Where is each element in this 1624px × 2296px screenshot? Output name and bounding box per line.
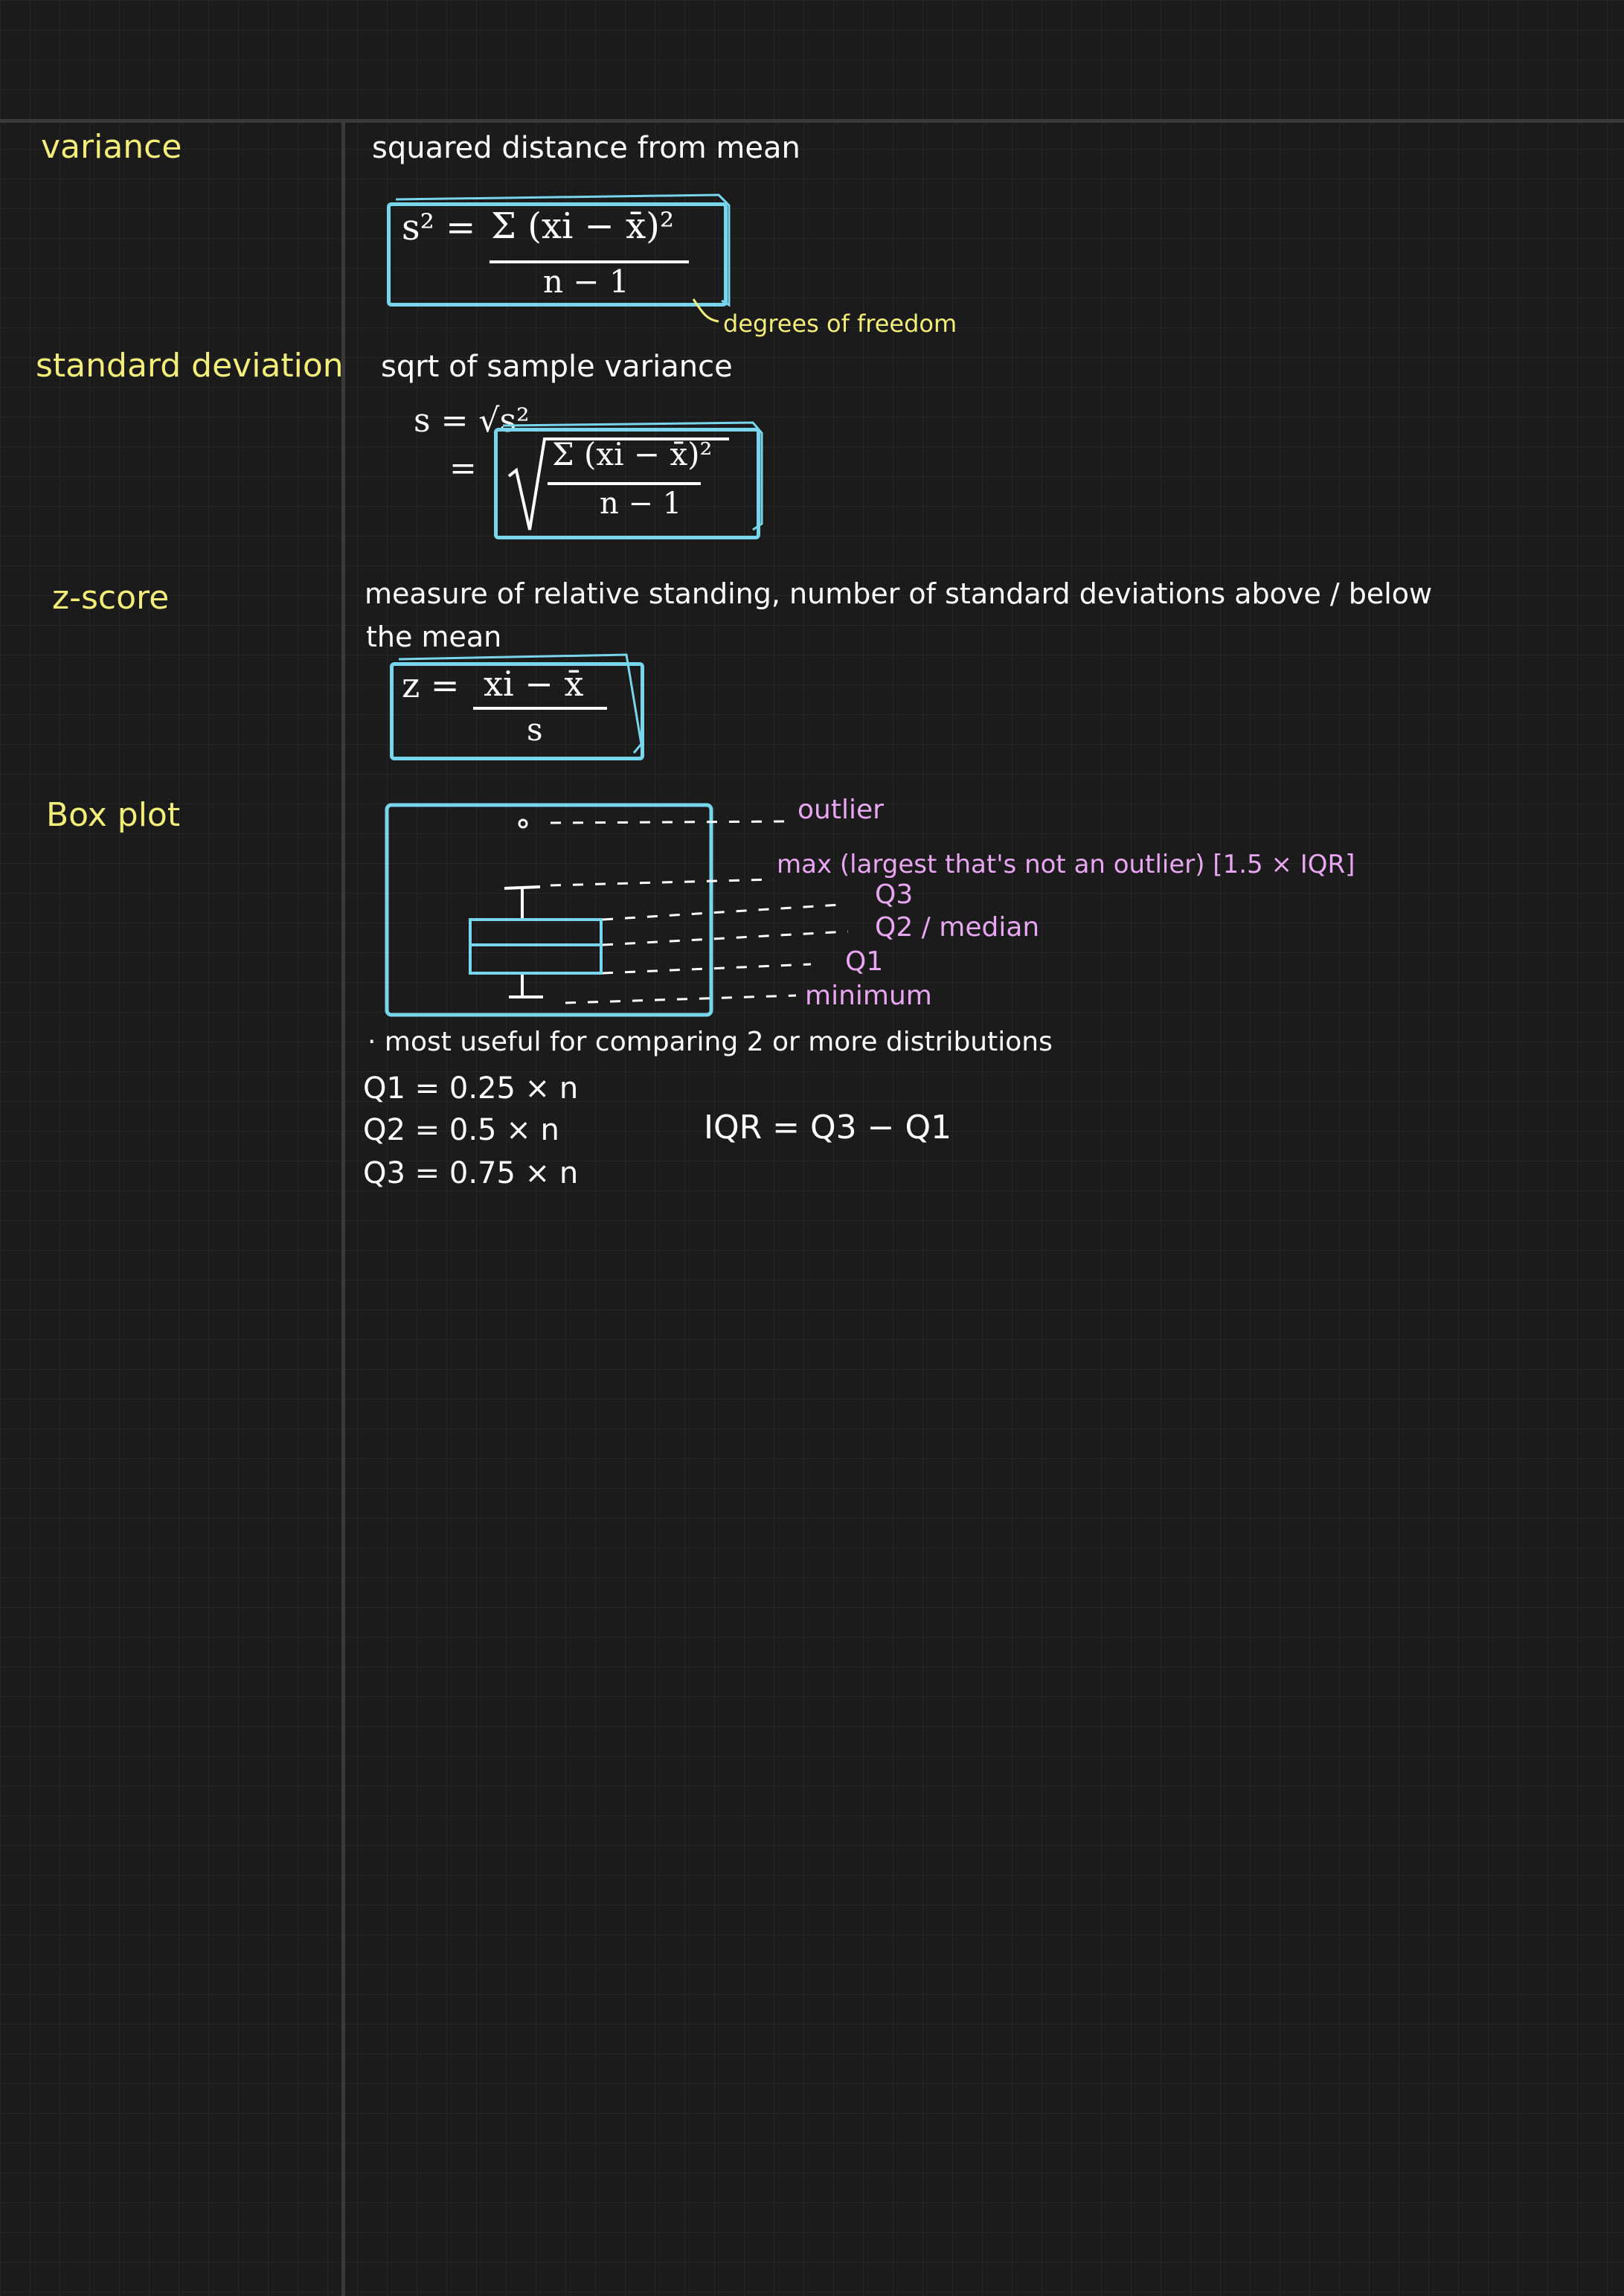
q2-formula: Q2 = 0.5 × n: [363, 1113, 559, 1147]
box-plot-whiskers: [504, 885, 543, 998]
box-plot-label-q2: Q2 / median: [875, 912, 1040, 943]
degrees-of-freedom-arrow: [692, 298, 719, 323]
box-plot-frame: [385, 803, 713, 1017]
q3-formula: Q3 = 0.75 × n: [363, 1156, 579, 1190]
notebook-page: variance standard deviation z-score Box …: [0, 0, 1624, 2296]
box-plot-label-q1: Q1: [845, 946, 884, 977]
box-plot-box: [469, 918, 603, 975]
iqr-formula: IQR = Q3 − Q1: [704, 1109, 952, 1147]
box-plot-outlier-point: [518, 818, 528, 829]
box-plot-label-q3: Q3: [875, 879, 914, 910]
ink-layer: [385, 193, 849, 1017]
q1-formula: Q1 = 0.25 × n: [363, 1071, 579, 1106]
box-plot-label-minimum: minimum: [805, 981, 932, 1011]
std-dev-sqrt-sign: [507, 437, 729, 530]
box-plot-leader-lines: [550, 820, 849, 1004]
box-plot-label-max: max (largest that's not an outlier) [1.5…: [777, 850, 1355, 879]
box-shadow-hatching: [395, 193, 763, 754]
box-plot-note: · most useful for comparing 2 or more di…: [368, 1027, 1053, 1057]
box-plot-label-outlier: outlier: [797, 795, 884, 825]
